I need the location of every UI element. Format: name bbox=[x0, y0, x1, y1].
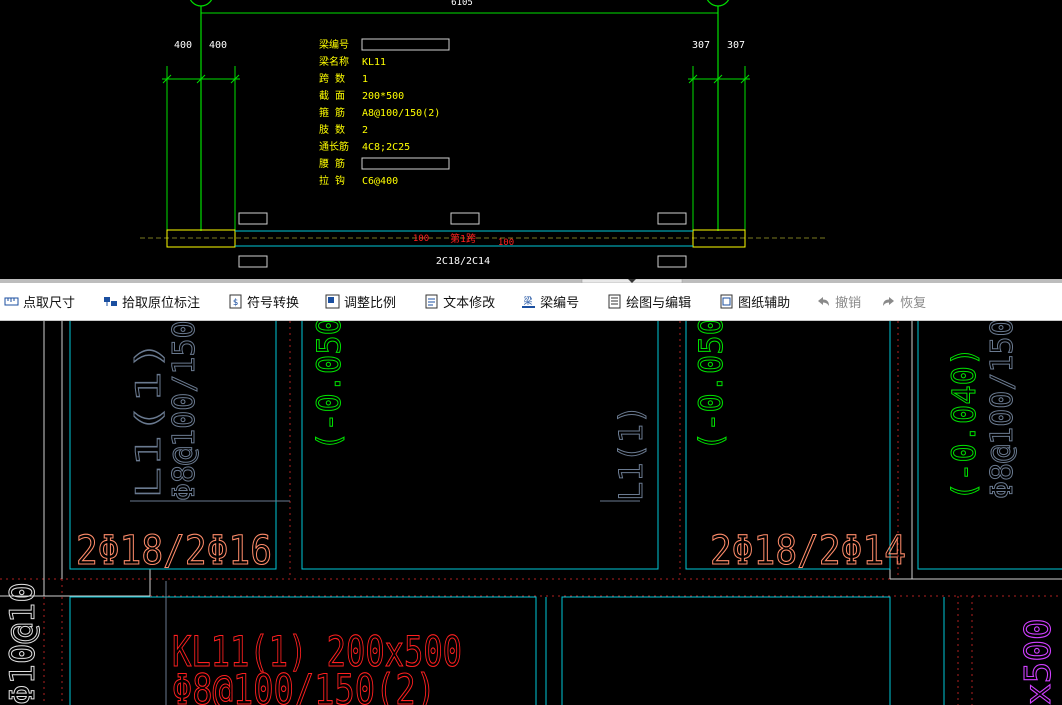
property-value[interactable]: 4C8;2C25 bbox=[362, 142, 410, 153]
property-label: 腰 筋 bbox=[319, 157, 345, 170]
cad-drawing-canvas[interactable]: L1(1) Φ8@100/150(2) (-0.050) (-0.050) (-… bbox=[0, 321, 1062, 705]
adjust-scale-button[interactable]: 调整比例 bbox=[317, 288, 404, 316]
rebar-label-left: 2Φ18/2Φ16 bbox=[76, 528, 272, 574]
beam-number-label: 梁编号 bbox=[540, 296, 580, 311]
property-value[interactable]: A8@100/150(2) bbox=[362, 108, 440, 119]
beam-label-mid: L1(1) bbox=[612, 405, 650, 501]
beam-label-left-2: Φ8@100/150(2) bbox=[167, 321, 202, 501]
property-value[interactable]: 1 bbox=[362, 74, 368, 85]
pick-icon bbox=[103, 294, 118, 309]
beam-preview-panel[interactable]: 6105 400 400 307 307 梁编号梁名称 KL11 跨 数 1 截 面 20… bbox=[0, 0, 1062, 280]
symbol-convert-label: 符号转换 bbox=[247, 296, 300, 311]
property-label: 跨 数 bbox=[319, 72, 345, 85]
undo-label: 撤销 bbox=[835, 296, 862, 311]
ruler-icon bbox=[4, 294, 19, 309]
drawing-assist-button[interactable]: 图纸辅助 bbox=[711, 288, 798, 316]
draw-edit-label: 绘图与编辑 bbox=[626, 296, 692, 311]
toolbar: 点取尺寸 拾取原位标注 $ 符号转换 调整比例 文本修改 梁 梁编号 绘图与编辑 bbox=[0, 283, 1062, 321]
pick-dimension-label: 点取尺寸 bbox=[23, 296, 76, 311]
beam-number-button[interactable]: 梁 梁编号 bbox=[513, 288, 587, 316]
vertical-label-right: x500 bbox=[1018, 618, 1059, 705]
beam-preview-drawing: 6105 400 400 307 307 梁编号梁名称 KL11 跨 数 1 截 面 20… bbox=[140, 0, 825, 268]
dim-right-a-text: 307 bbox=[692, 40, 710, 51]
pick-annotation-label: 拾取原位标注 bbox=[122, 296, 201, 311]
text-edit-button[interactable]: 文本修改 bbox=[416, 288, 503, 316]
svg-text:梁: 梁 bbox=[524, 295, 533, 307]
beam-property-list: 梁编号梁名称 KL11 跨 数 1 截 面 200*500 箍 筋 A8@100/150(2)… bbox=[319, 38, 450, 187]
adjust-scale-label: 调整比例 bbox=[344, 296, 397, 311]
property-value[interactable]: 2 bbox=[362, 125, 368, 136]
dim-right-b-text: 307 bbox=[727, 40, 745, 51]
span-input-box-right[interactable] bbox=[657, 212, 687, 225]
property-label: 拉 钩 bbox=[319, 174, 345, 187]
axis-circle-right bbox=[706, 0, 730, 7]
draw-edit-button[interactable]: 绘图与编辑 bbox=[599, 288, 699, 316]
symbol-icon: $ bbox=[228, 294, 243, 309]
draw-edit-icon bbox=[607, 294, 622, 309]
vertical-label-left: Φ10@10 bbox=[3, 582, 43, 705]
property-label: 截 面 bbox=[319, 89, 345, 102]
elevation-label-b: (-0.050) bbox=[692, 321, 730, 451]
elevation-label-c: (-0.040) bbox=[945, 347, 983, 501]
cad-drawing: L1(1) Φ8@100/150(2) (-0.050) (-0.050) (-… bbox=[0, 321, 1062, 705]
property-input-box[interactable] bbox=[361, 157, 450, 170]
scale-icon bbox=[325, 294, 340, 309]
elevation-label-a: (-0.050) bbox=[310, 321, 348, 451]
property-label: 通长筋 bbox=[319, 140, 349, 153]
property-input-box[interactable] bbox=[361, 38, 450, 51]
property-label: 肢 数 bbox=[319, 123, 345, 136]
drawing-assist-label: 图纸辅助 bbox=[738, 296, 791, 311]
beam-label-right: Φ8@100/150(2) bbox=[985, 321, 1020, 499]
bottom-input-box-left[interactable] bbox=[238, 255, 268, 268]
symbol-convert-button[interactable]: $ 符号转换 bbox=[220, 288, 307, 316]
property-label: 梁编号 bbox=[319, 38, 349, 51]
dim-total-text: 6105 bbox=[451, 0, 473, 8]
text-edit-label: 文本修改 bbox=[443, 296, 496, 311]
bottom-rebar-text: 2C18/2C14 bbox=[436, 256, 490, 267]
axis-circle-left bbox=[189, 0, 213, 7]
bottom-input-box-right[interactable] bbox=[657, 255, 687, 268]
dim-small-right-text: 100 bbox=[498, 238, 514, 248]
property-label: 梁名称 bbox=[319, 55, 349, 68]
dim-small-left-text: 100 bbox=[413, 234, 429, 244]
undo-icon bbox=[816, 294, 831, 309]
property-value[interactable]: KL11 bbox=[362, 57, 386, 68]
span-input-box-left[interactable] bbox=[238, 212, 268, 225]
span-label: 第1跨 bbox=[450, 232, 476, 245]
beam-stirrup-label: Φ8@100/150(2) bbox=[172, 665, 436, 705]
property-label: 箍 筋 bbox=[319, 106, 345, 119]
span-input-box-mid[interactable] bbox=[450, 212, 480, 225]
beam-label-left-1: L1(1) bbox=[129, 339, 169, 499]
pick-annotation-button[interactable]: 拾取原位标注 bbox=[95, 288, 208, 316]
svg-text:$: $ bbox=[233, 298, 238, 308]
redo-button[interactable]: 恢复 bbox=[873, 288, 934, 316]
redo-label: 恢复 bbox=[900, 296, 927, 311]
undo-button[interactable]: 撤销 bbox=[808, 288, 869, 316]
property-value[interactable]: 200*500 bbox=[362, 91, 404, 102]
drawing-assist-icon bbox=[719, 294, 734, 309]
beam-number-icon: 梁 bbox=[521, 294, 536, 309]
dim-left-a-text: 400 bbox=[174, 40, 192, 51]
dim-left-b-text: 400 bbox=[209, 40, 227, 51]
pick-dimension-button[interactable]: 点取尺寸 bbox=[0, 288, 83, 316]
redo-icon bbox=[881, 294, 896, 309]
property-value[interactable]: C6@400 bbox=[362, 176, 398, 187]
text-edit-icon bbox=[424, 294, 439, 309]
rebar-label-right: 2Φ18/2Φ14 bbox=[710, 528, 906, 574]
